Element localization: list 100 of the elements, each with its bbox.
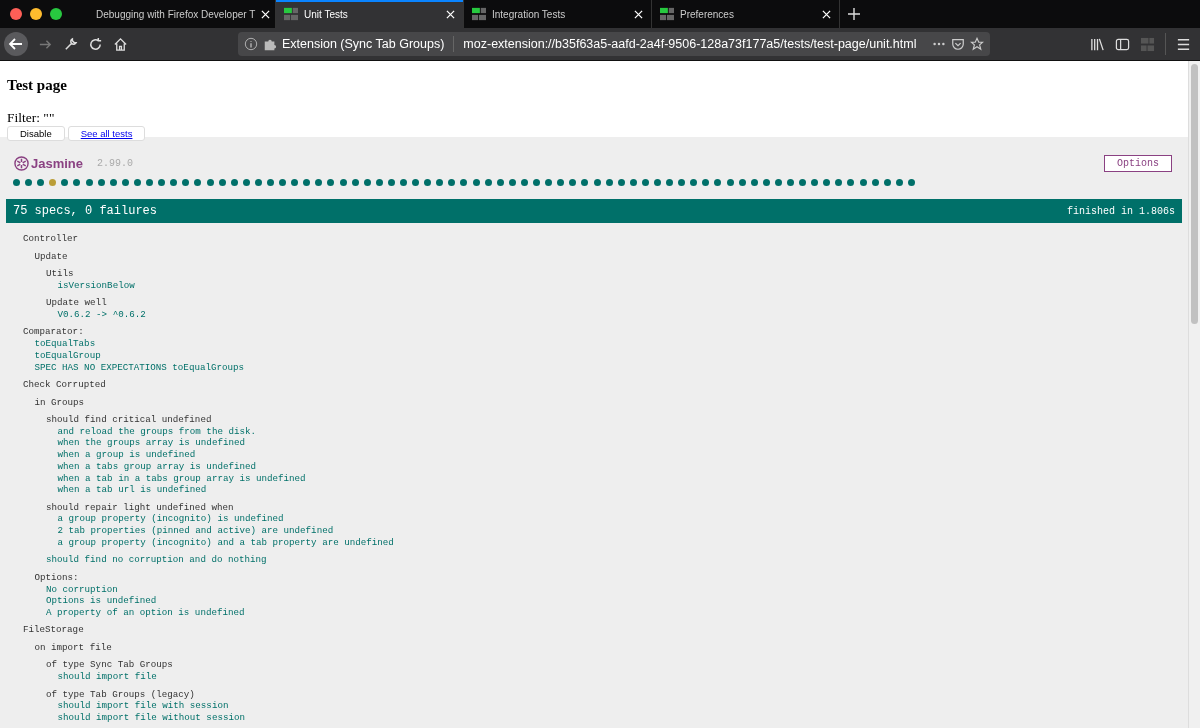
suite-name[interactable]: FileStorage bbox=[23, 624, 84, 636]
home-icon[interactable] bbox=[113, 36, 128, 52]
spec-name[interactable]: 2 tab properties (pinned and active) are undefined bbox=[57, 525, 334, 537]
spec-name[interactable]: should find no corruption and do nothing bbox=[46, 554, 267, 566]
spec-status-dot bbox=[194, 179, 202, 186]
spec-status-dot bbox=[871, 179, 879, 186]
close-tab-icon[interactable] bbox=[822, 9, 831, 19]
spec-status-dot bbox=[545, 179, 553, 186]
spec-status-dot bbox=[907, 179, 915, 186]
spec-name[interactable]: when a tab url is undefined bbox=[57, 484, 207, 496]
spec-status-dot bbox=[811, 179, 819, 186]
version-label: 2.99.0 bbox=[97, 157, 134, 169]
spec-status-dot bbox=[49, 179, 57, 186]
spec-status-dot bbox=[133, 179, 141, 186]
spec-status-dot bbox=[400, 179, 407, 186]
spec-status-dot bbox=[557, 179, 565, 186]
spec-status-dot bbox=[37, 179, 45, 186]
star-icon[interactable] bbox=[970, 37, 984, 51]
spec-status-dot bbox=[25, 179, 33, 186]
suite-name[interactable]: Update bbox=[34, 250, 68, 262]
see-all-tests-link[interactable]: See all tests bbox=[67, 126, 146, 141]
disable-button[interactable]: Disable bbox=[7, 126, 65, 141]
close-tab-icon[interactable] bbox=[261, 9, 271, 19]
spec-name[interactable]: a group property (incognito) is undefined bbox=[57, 513, 284, 525]
suite-name[interactable]: Utils bbox=[46, 268, 74, 279]
jasmine-logo-text: Jasmine bbox=[31, 155, 84, 171]
spec-name[interactable]: a group property (incognito) and a tab property are undefined bbox=[57, 536, 394, 548]
spec-status-dot bbox=[13, 179, 20, 186]
suite-name[interactable]: in Groups bbox=[34, 396, 85, 408]
close-tab-icon[interactable] bbox=[634, 9, 643, 19]
spec-name[interactable]: toEqualGroup bbox=[34, 349, 101, 361]
spec-status-dot bbox=[508, 179, 516, 186]
suite-name[interactable]: should repair light undefined when bbox=[46, 501, 234, 513]
wrench-icon[interactable] bbox=[63, 36, 78, 52]
spec-status-dot bbox=[182, 179, 190, 186]
spec-name[interactable]: isVersionBelow bbox=[57, 279, 135, 291]
spec-status-dot bbox=[750, 179, 758, 186]
spec-status-dot bbox=[436, 179, 444, 186]
suite-name[interactable]: Update well bbox=[46, 297, 107, 309]
close-tab-icon[interactable] bbox=[446, 9, 455, 19]
spec-name[interactable]: A property of an option is undefined bbox=[46, 606, 245, 618]
close-window-icon[interactable] bbox=[10, 8, 22, 20]
spec-name[interactable]: Options is undefined bbox=[46, 595, 157, 607]
spec-status-dot bbox=[315, 179, 323, 186]
spec-name[interactable]: and reload the groups from the disk. bbox=[57, 425, 256, 437]
spec-name[interactable]: SPEC HAS NO EXPECTATIONS toEqualGroups bbox=[34, 361, 244, 373]
options-button[interactable]: Options bbox=[1104, 154, 1172, 172]
menu-icon[interactable] bbox=[1176, 36, 1191, 52]
spec-status-dot bbox=[653, 179, 661, 186]
spec-status-dot bbox=[303, 179, 311, 186]
spec-status-dot bbox=[484, 179, 492, 186]
spec-status-dot bbox=[702, 179, 710, 186]
spec-status-dot bbox=[121, 179, 129, 186]
spec-status-dot bbox=[230, 179, 238, 186]
url-text: moz-extension://b35f63a5-aafd-2a4f-9506-128a73f177a5/tests/test-page/unit.html bbox=[463, 37, 918, 51]
scrollbar-thumb[interactable] bbox=[1191, 64, 1198, 324]
address-bar[interactable]: Extension (Sync Tab Groups) moz-extension://b35f63a5-aafd-2a4f-9506-128a73f177a5/tests/test-page/unit.html bbox=[238, 32, 990, 56]
duration-text: finished in 1.806s bbox=[1066, 205, 1175, 217]
spec-status-dot bbox=[823, 179, 831, 186]
spec-status-dot bbox=[158, 179, 166, 186]
maximize-window-icon[interactable] bbox=[50, 8, 62, 20]
reload-icon[interactable] bbox=[88, 36, 103, 52]
spec-name[interactable]: when a tab in a tabs group array is undefined bbox=[57, 472, 306, 484]
suite-name[interactable]: Comparator: bbox=[23, 326, 84, 338]
back-icon[interactable] bbox=[4, 32, 28, 56]
spec-status-dot bbox=[581, 179, 589, 186]
suite-name[interactable]: Controller bbox=[23, 233, 79, 244]
spec-status-dot bbox=[714, 179, 722, 186]
spec-status-dot bbox=[799, 179, 807, 186]
spec-name[interactable]: when a group is undefined bbox=[57, 449, 196, 461]
spec-name[interactable]: when the groups array is undefined bbox=[57, 437, 245, 449]
spec-status-dot bbox=[496, 179, 504, 186]
sidebar-icon[interactable] bbox=[1115, 36, 1130, 52]
spec-name[interactable]: No corruption bbox=[46, 583, 118, 595]
spec-status-dot bbox=[327, 179, 335, 186]
suite-name[interactable]: on import file bbox=[34, 641, 112, 653]
spec-status-dot bbox=[339, 179, 347, 186]
spec-name[interactable]: when a tabs group array is undefined bbox=[57, 460, 256, 472]
suite-name[interactable]: of type Sync Tab Groups bbox=[46, 659, 173, 671]
spec-status-dot bbox=[387, 179, 395, 186]
spec-name[interactable]: should import file without session bbox=[57, 712, 245, 724]
suite-name[interactable]: of type Tab Groups (legacy) bbox=[46, 688, 195, 700]
spec-name[interactable]: V0.6.2 -> ^0.6.2 bbox=[57, 308, 146, 320]
pocket-icon[interactable] bbox=[951, 37, 965, 51]
spec-status-dot bbox=[738, 179, 746, 186]
suite-name[interactable]: Check Corrupted bbox=[23, 379, 106, 390]
spec-name[interactable]: should import file with session bbox=[57, 700, 229, 712]
spec-name[interactable]: should import file bbox=[57, 671, 157, 683]
suite-name[interactable]: Options: bbox=[34, 571, 79, 583]
new-tab-icon[interactable] bbox=[848, 8, 860, 20]
spec-status-dot bbox=[266, 179, 274, 186]
minimize-window-icon[interactable] bbox=[30, 8, 42, 20]
library-icon[interactable] bbox=[1090, 36, 1105, 52]
spec-status-dot bbox=[460, 179, 468, 186]
info-icon bbox=[244, 37, 258, 51]
spec-name[interactable]: toEqualTabs bbox=[34, 338, 96, 350]
browser-tab[interactable]: Unit Tests bbox=[276, 0, 464, 28]
spec-status-dot bbox=[279, 179, 287, 186]
suite-name[interactable]: should find critical undefined bbox=[46, 414, 212, 425]
spec-status-dot bbox=[448, 179, 456, 186]
